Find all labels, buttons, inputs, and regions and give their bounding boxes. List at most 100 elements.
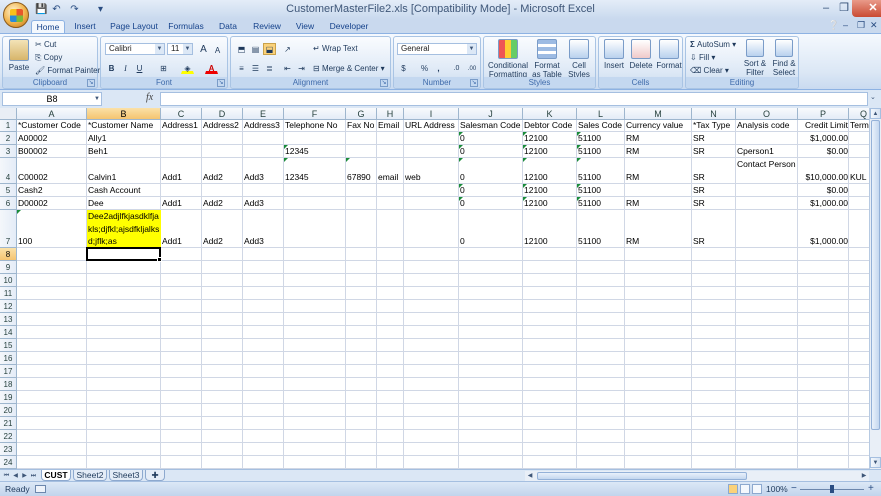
fill-button[interactable]: ⇩ Fill ▾ bbox=[690, 53, 715, 63]
cell-o1[interactable]: Analysis code bbox=[736, 119, 798, 131]
cell-n6[interactable]: SR bbox=[692, 197, 736, 209]
horizontal-scrollbar[interactable]: ◀ ▶ bbox=[525, 471, 869, 481]
row-header-24[interactable]: 24 bbox=[0, 456, 17, 469]
zoom-out-button[interactable]: − bbox=[791, 482, 797, 496]
error-indicator-icon[interactable] bbox=[523, 158, 527, 162]
row-header-4[interactable]: 4 bbox=[0, 158, 17, 184]
row-header-2[interactable]: 2 bbox=[0, 132, 17, 145]
name-box[interactable]: B8 ▼ bbox=[2, 92, 102, 106]
cell-f4[interactable]: 12345 bbox=[284, 171, 346, 183]
fill-color-icon[interactable]: ◈ bbox=[181, 62, 194, 74]
last-sheet-icon[interactable]: ⏭ bbox=[29, 471, 38, 481]
italic-button[interactable]: I bbox=[119, 62, 132, 74]
underline-button[interactable]: U bbox=[133, 62, 146, 74]
error-indicator-icon[interactable] bbox=[523, 145, 527, 149]
row-header-13[interactable]: 13 bbox=[0, 313, 17, 326]
cell-j1[interactable]: Salesman Code bbox=[459, 119, 523, 131]
align-middle-icon[interactable]: ▤ bbox=[249, 43, 262, 55]
cell-k3[interactable]: 12100 bbox=[523, 145, 577, 157]
cell-l3[interactable]: 51100 bbox=[577, 145, 625, 157]
help-icon[interactable]: ❔ bbox=[828, 20, 839, 31]
cell-j6[interactable]: 0 bbox=[459, 197, 523, 209]
error-indicator-icon[interactable] bbox=[577, 197, 581, 201]
cell-i4[interactable]: web bbox=[404, 171, 459, 183]
error-indicator-icon[interactable] bbox=[17, 210, 21, 214]
font-name-select[interactable]: Calibri ▼ bbox=[105, 43, 165, 55]
cell-e4[interactable]: Add3 bbox=[243, 171, 284, 183]
cell-j2[interactable]: 0 bbox=[459, 132, 523, 144]
cell-p1[interactable]: Credit Limit bbox=[798, 119, 849, 131]
wrap-text-button[interactable]: ↵ Wrap Text bbox=[313, 44, 358, 54]
scroll-up-icon[interactable]: ▲ bbox=[870, 108, 881, 119]
row-header-6[interactable]: 6 bbox=[0, 197, 17, 210]
row-header-16[interactable]: 16 bbox=[0, 352, 17, 365]
cell-m1[interactable]: Currency value bbox=[625, 119, 692, 131]
row-header-23[interactable]: 23 bbox=[0, 443, 17, 456]
error-indicator-icon[interactable] bbox=[577, 158, 581, 162]
cell-j4[interactable]: 0 bbox=[459, 171, 523, 183]
tab-insert[interactable]: Insert bbox=[70, 20, 100, 34]
cell-c4[interactable]: Add1 bbox=[161, 171, 202, 183]
error-indicator-icon[interactable] bbox=[523, 197, 527, 201]
macro-record-icon[interactable] bbox=[35, 485, 46, 493]
error-indicator-icon[interactable] bbox=[577, 184, 581, 188]
cell-q4[interactable]: KUL bbox=[849, 171, 869, 183]
cell-m6[interactable]: RM bbox=[625, 197, 692, 209]
error-indicator-icon[interactable] bbox=[346, 158, 350, 162]
sheet-tab-cust[interactable]: CUST bbox=[41, 470, 71, 481]
cell-k5[interactable]: 12100 bbox=[523, 184, 577, 196]
cell-j5[interactable]: 0 bbox=[459, 184, 523, 196]
delete-button[interactable]: Delete bbox=[627, 39, 655, 71]
fill-handle[interactable] bbox=[157, 257, 162, 262]
zoom-level[interactable]: 100% bbox=[766, 482, 788, 496]
cell-m2[interactable]: RM bbox=[625, 132, 692, 144]
close-button[interactable]: ✕ bbox=[852, 0, 881, 17]
cell-n3[interactable]: SR bbox=[692, 145, 736, 157]
cell-a4[interactable]: C00002 bbox=[17, 171, 87, 183]
cell-n5[interactable]: SR bbox=[692, 184, 736, 196]
cell-h1[interactable]: Email bbox=[377, 119, 404, 131]
row-header-21[interactable]: 21 bbox=[0, 417, 17, 430]
cell-g4[interactable]: 67890 bbox=[346, 171, 377, 183]
error-indicator-icon[interactable] bbox=[459, 145, 463, 149]
row-header-22[interactable]: 22 bbox=[0, 430, 17, 443]
borders-icon[interactable]: ⊞ bbox=[157, 62, 170, 74]
worksheet-grid[interactable]: ABCDEFGHIJKLMNOPQ 1 2 3 4 5 6 7 8 9 10 11 12 13 14 15 1… bbox=[0, 108, 869, 469]
cell-k6[interactable]: 12100 bbox=[523, 197, 577, 209]
tab-developer[interactable]: Developer bbox=[327, 20, 371, 34]
bold-button[interactable]: B bbox=[105, 62, 118, 74]
cell-a6[interactable]: D00002 bbox=[17, 197, 87, 209]
cell-g1[interactable]: Fax No bbox=[346, 119, 377, 131]
cell-i1[interactable]: URL Address bbox=[404, 119, 459, 131]
cell-m3[interactable]: RM bbox=[625, 145, 692, 157]
scroll-left-icon[interactable]: ◀ bbox=[525, 471, 535, 481]
row-header-10[interactable]: 10 bbox=[0, 274, 17, 287]
sort-filter-button[interactable]: Sort & Filter bbox=[740, 39, 770, 77]
cell-e6[interactable]: Add3 bbox=[243, 197, 284, 209]
cell-b1[interactable]: *Customer Name bbox=[87, 119, 161, 131]
number-launcher-icon[interactable]: ↘ bbox=[470, 79, 478, 87]
cell-c7[interactable]: Add1 bbox=[161, 235, 202, 247]
row-header-3[interactable]: 3 bbox=[0, 145, 17, 158]
cell-p2[interactable]: $1,000.00 bbox=[798, 132, 849, 144]
zoom-in-button[interactable]: + bbox=[868, 482, 874, 496]
cell-j7[interactable]: 0 bbox=[459, 235, 523, 247]
tab-view[interactable]: View bbox=[292, 20, 318, 34]
cell-e1[interactable]: Address3 bbox=[243, 119, 284, 131]
vertical-scroll-thumb[interactable] bbox=[871, 120, 880, 430]
vertical-scrollbar[interactable]: ▲ ▼ bbox=[869, 108, 881, 469]
cell-a3[interactable]: B00002 bbox=[17, 145, 87, 157]
ribbon-restore-icon[interactable]: ❐ bbox=[857, 20, 865, 31]
row-header-15[interactable]: 15 bbox=[0, 339, 17, 352]
error-indicator-icon[interactable] bbox=[459, 197, 463, 201]
cell-a7[interactable]: 100 bbox=[17, 235, 87, 247]
cell-c6[interactable]: Add1 bbox=[161, 197, 202, 209]
tab-page-layout[interactable]: Page Layout bbox=[108, 20, 160, 34]
cell-j3[interactable]: 0 bbox=[459, 145, 523, 157]
row-header-12[interactable]: 12 bbox=[0, 300, 17, 313]
error-indicator-icon[interactable] bbox=[523, 184, 527, 188]
tab-review[interactable]: Review bbox=[250, 20, 284, 34]
cell-b3[interactable]: Beh1 bbox=[87, 145, 161, 157]
error-indicator-icon[interactable] bbox=[284, 145, 288, 149]
insert-button[interactable]: Insert bbox=[601, 39, 627, 71]
